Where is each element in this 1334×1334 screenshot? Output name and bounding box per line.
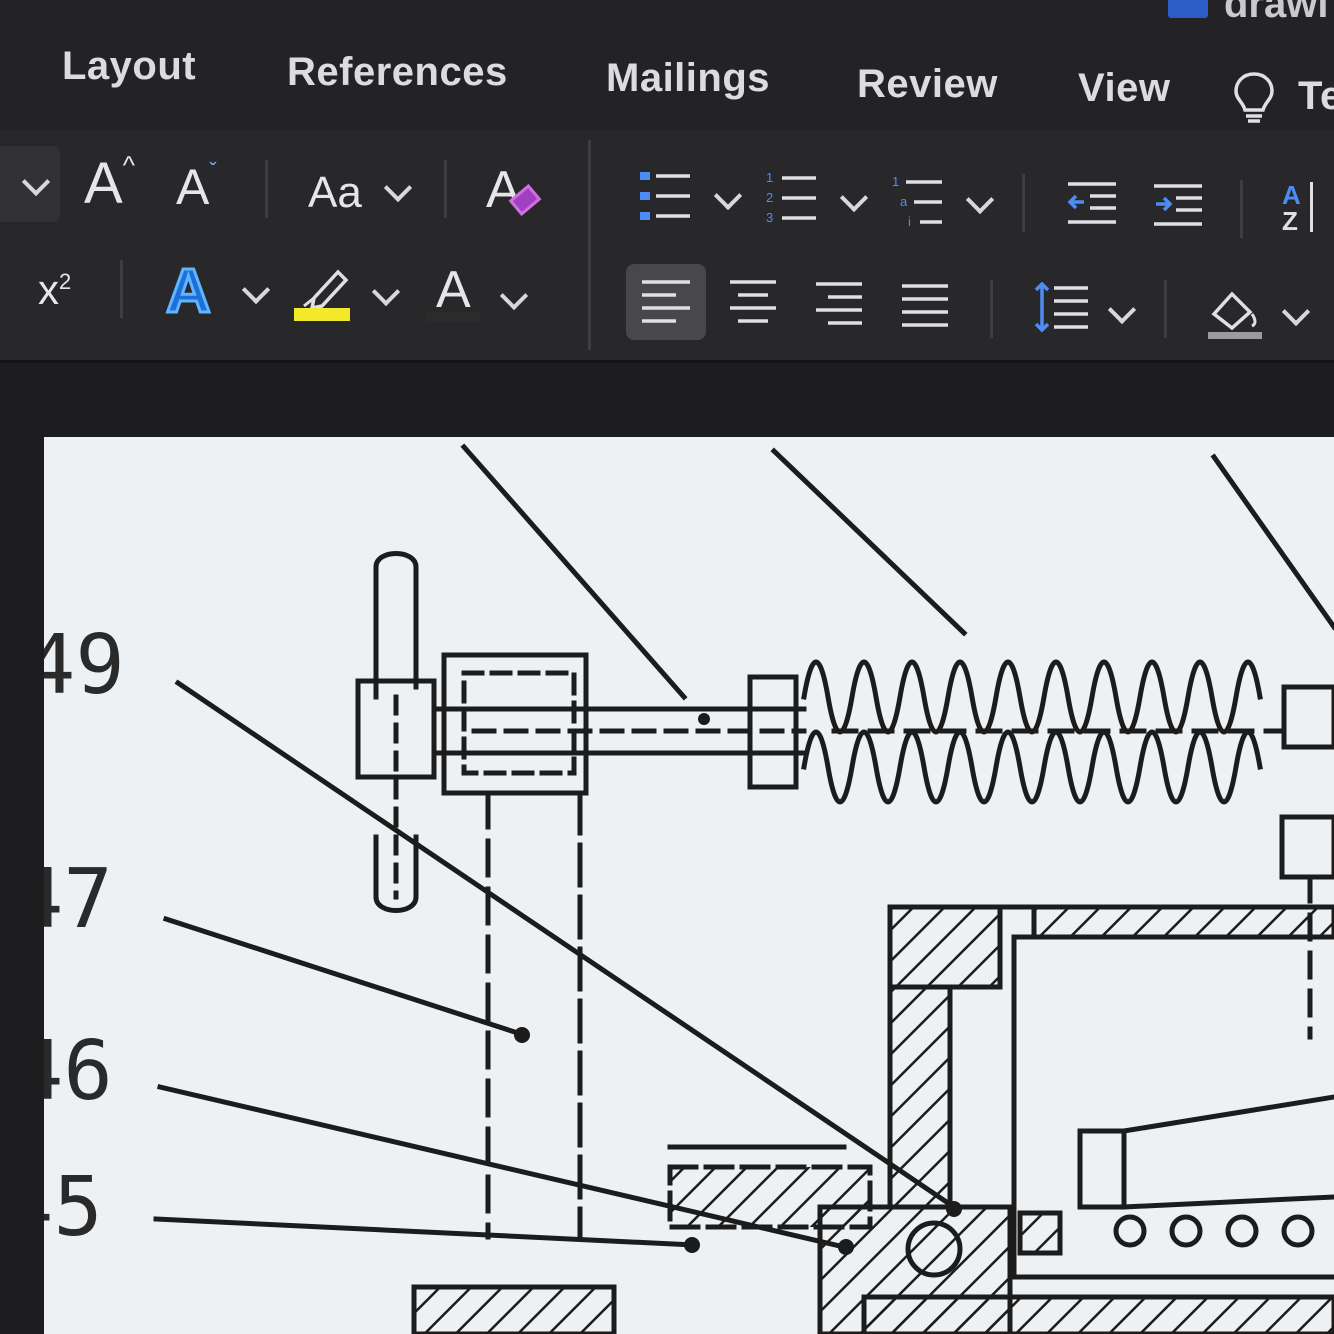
- chevron-down-icon[interactable]: [371, 277, 401, 307]
- tab-layout[interactable]: Layout: [62, 44, 196, 89]
- font-color-swatch: [426, 312, 480, 322]
- text-effects-icon[interactable]: A: [165, 256, 213, 328]
- divider: [1240, 180, 1243, 238]
- svg-text:1: 1: [892, 174, 899, 189]
- technical-drawing: [153, 443, 1334, 1334]
- divider: [120, 260, 123, 318]
- chevron-down-icon[interactable]: [241, 275, 271, 305]
- font-size-dropdown[interactable]: [0, 146, 60, 222]
- drawing-line: [770, 447, 968, 637]
- clear-formatting-icon[interactable]: A: [486, 160, 521, 220]
- tab-references[interactable]: References: [287, 50, 508, 95]
- divider: [265, 160, 268, 218]
- svg-text:1: 1: [766, 170, 773, 185]
- spring-coil: [801, 659, 1263, 735]
- chevron-down-icon: [21, 167, 51, 197]
- align-left-button[interactable]: [626, 264, 706, 340]
- divider: [1022, 174, 1025, 232]
- justify-icon[interactable]: [900, 282, 950, 332]
- decrease-indent-icon[interactable]: [1066, 178, 1118, 230]
- chevron-down-icon[interactable]: [965, 185, 995, 215]
- menu-tab-bar: drawi Layout References Mailings Review …: [0, 0, 1334, 130]
- leader-line-49: [174, 679, 958, 1211]
- tell-me-lightbulb-icon[interactable]: [1232, 70, 1276, 124]
- ribbon-toolbar: A^ Aˇ Aa A 1 2 3 1 a i A Z x2 A A: [0, 130, 1334, 363]
- shrink-font-icon[interactable]: Aˇ: [176, 158, 217, 216]
- divider: [444, 160, 447, 218]
- drawing-line: [460, 443, 688, 701]
- sort-z-label: Z: [1282, 206, 1298, 236]
- tab-view[interactable]: View: [1078, 66, 1170, 111]
- word-document-icon: [1168, 0, 1208, 18]
- chevron-down-icon[interactable]: [713, 181, 743, 211]
- document-title: drawi: [1224, 0, 1329, 26]
- grow-font-icon[interactable]: A^: [84, 150, 135, 217]
- chevron-down-icon[interactable]: [839, 183, 869, 213]
- chevron-down-icon[interactable]: [383, 173, 413, 203]
- tab-review[interactable]: Review: [857, 62, 998, 107]
- drawing-line: [373, 551, 419, 700]
- leader-line-47: [162, 915, 528, 1039]
- bullets-icon[interactable]: [638, 168, 694, 224]
- sort-arrow: [1310, 182, 1313, 232]
- divider: [990, 280, 993, 338]
- align-left-icon: [642, 280, 690, 323]
- highlight-icon[interactable]: [294, 262, 352, 322]
- chevron-down-icon[interactable]: [1107, 295, 1137, 325]
- chevron-down-icon[interactable]: [499, 281, 529, 311]
- svg-text:a: a: [900, 194, 908, 209]
- sort-icon[interactable]: A Z: [1282, 180, 1334, 240]
- drawing-line: [1210, 453, 1334, 631]
- highlight-swatch: [294, 308, 350, 321]
- document-page[interactable]: 49 47 46 45: [44, 437, 1334, 1334]
- tab-mailings[interactable]: Mailings: [606, 56, 770, 101]
- change-case-icon[interactable]: Aa: [308, 168, 362, 218]
- align-right-icon[interactable]: [814, 280, 864, 330]
- font-color-icon[interactable]: A: [436, 260, 471, 320]
- increase-indent-icon[interactable]: [1152, 180, 1204, 232]
- shading-icon[interactable]: [1206, 284, 1264, 340]
- superscript-icon[interactable]: x2: [38, 266, 71, 314]
- multilevel-list-icon[interactable]: 1 a i: [890, 172, 946, 228]
- chevron-down-icon[interactable]: [1281, 297, 1311, 327]
- svg-text:i: i: [908, 214, 911, 228]
- leader-line-45: [153, 1216, 697, 1248]
- svg-text:3: 3: [766, 210, 773, 225]
- numbering-icon[interactable]: 1 2 3: [764, 170, 820, 226]
- align-center-icon[interactable]: [728, 278, 778, 328]
- tab-tell-me[interactable]: Te: [1298, 74, 1334, 119]
- line-spacing-icon[interactable]: [1032, 282, 1090, 334]
- divider: [1164, 280, 1167, 338]
- svg-text:2: 2: [766, 190, 773, 205]
- group-divider: [588, 140, 591, 350]
